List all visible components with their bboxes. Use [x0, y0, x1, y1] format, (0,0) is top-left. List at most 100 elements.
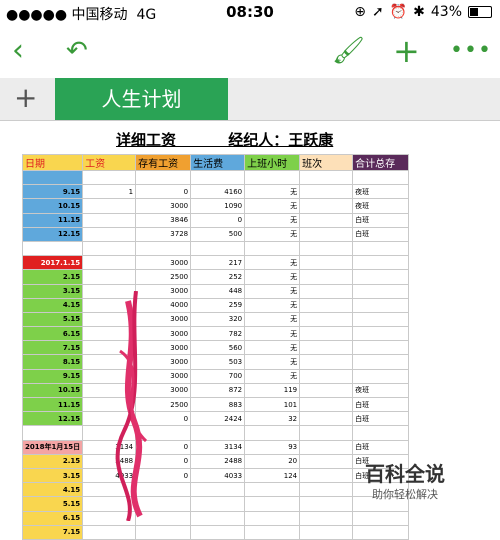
- data-cell[interactable]: [299, 439, 354, 455]
- date-cell[interactable]: 6.15: [21, 510, 84, 526]
- data-cell[interactable]: [135, 496, 192, 512]
- data-cell[interactable]: 3000: [135, 326, 192, 342]
- header-saved[interactable]: 存有工资: [135, 154, 192, 171]
- date-cell[interactable]: 2.15: [21, 453, 84, 469]
- back-chevron-icon[interactable]: ‹: [12, 36, 24, 66]
- data-cell[interactable]: 2500: [135, 396, 192, 413]
- data-cell[interactable]: 2500: [135, 269, 192, 285]
- data-cell[interactable]: [82, 269, 137, 285]
- data-cell[interactable]: 101: [244, 396, 301, 413]
- date-cell[interactable]: 4.15: [21, 297, 84, 313]
- data-cell[interactable]: 无: [244, 297, 301, 313]
- date-cell[interactable]: 7.15: [21, 524, 84, 540]
- data-cell[interactable]: [244, 425, 301, 441]
- data-cell[interactable]: [244, 240, 301, 257]
- data-cell[interactable]: [352, 255, 410, 271]
- data-cell[interactable]: 0: [135, 453, 192, 469]
- data-cell[interactable]: [299, 297, 354, 313]
- data-cell[interactable]: [299, 354, 354, 370]
- data-cell[interactable]: 3000: [135, 255, 192, 271]
- data-cell[interactable]: 217: [190, 255, 246, 271]
- data-cell[interactable]: 883: [190, 396, 246, 413]
- data-cell[interactable]: [352, 311, 410, 328]
- date-cell[interactable]: 6.15: [21, 326, 84, 342]
- data-cell[interactable]: 3728: [135, 226, 192, 242]
- header-salary[interactable]: 工资: [82, 154, 137, 171]
- date-cell[interactable]: 12.15: [21, 226, 84, 242]
- data-cell[interactable]: 3000: [135, 340, 192, 356]
- data-cell[interactable]: 1090: [190, 198, 246, 214]
- add-icon[interactable]: +: [393, 35, 420, 67]
- data-cell[interactable]: [82, 382, 137, 399]
- data-cell[interactable]: 3000: [135, 198, 192, 214]
- data-cell[interactable]: [352, 340, 410, 356]
- data-cell[interactable]: 3846: [135, 212, 192, 228]
- data-cell[interactable]: 124: [244, 467, 301, 484]
- data-cell[interactable]: [299, 482, 354, 498]
- data-cell[interactable]: [190, 425, 246, 441]
- data-cell[interactable]: [82, 425, 137, 441]
- data-cell[interactable]: [299, 411, 354, 427]
- data-cell[interactable]: [352, 425, 410, 441]
- date-cell[interactable]: 9.15: [21, 184, 84, 200]
- salary-table[interactable]: 日期 工资 存有工资 生活费 上班小时 班次 合计总存 9.15 1 0 4160 无夜…: [21, 154, 410, 540]
- data-cell[interactable]: 93: [244, 439, 301, 455]
- add-sheet-button[interactable]: +: [14, 82, 37, 114]
- data-cell[interactable]: [352, 354, 410, 370]
- data-cell[interactable]: [190, 496, 246, 512]
- data-cell[interactable]: [299, 283, 354, 299]
- data-cell[interactable]: [135, 240, 192, 257]
- data-cell[interactable]: [82, 510, 137, 526]
- data-cell[interactable]: [352, 169, 410, 186]
- data-cell[interactable]: 2488: [82, 453, 137, 469]
- date-cell[interactable]: [21, 425, 84, 441]
- data-cell[interactable]: [135, 510, 192, 526]
- data-cell[interactable]: [135, 169, 192, 186]
- tab-life-plan[interactable]: 人生计划: [55, 78, 228, 120]
- data-cell[interactable]: [299, 326, 354, 342]
- undo-icon[interactable]: ↶: [66, 36, 88, 66]
- data-cell[interactable]: [299, 496, 354, 512]
- data-cell[interactable]: 119: [244, 382, 301, 399]
- data-cell[interactable]: [82, 354, 137, 370]
- data-cell[interactable]: [82, 297, 137, 313]
- data-cell[interactable]: [135, 482, 192, 498]
- data-cell[interactable]: [244, 169, 301, 186]
- data-cell[interactable]: 无: [244, 283, 301, 299]
- data-cell[interactable]: 3000: [135, 382, 192, 399]
- data-cell[interactable]: [299, 368, 354, 384]
- data-cell[interactable]: [352, 524, 410, 540]
- data-cell[interactable]: [352, 510, 410, 526]
- date-cell[interactable]: 5.15: [21, 311, 84, 328]
- data-cell[interactable]: 4000: [135, 297, 192, 313]
- more-icon[interactable]: •••: [450, 36, 492, 66]
- data-cell[interactable]: [82, 411, 137, 427]
- data-cell[interactable]: 560: [190, 340, 246, 356]
- data-cell[interactable]: 无: [244, 311, 301, 328]
- data-cell[interactable]: [352, 240, 410, 257]
- data-cell[interactable]: 无: [244, 269, 301, 285]
- data-cell[interactable]: 3134: [190, 439, 246, 455]
- data-cell[interactable]: [299, 255, 354, 271]
- data-cell[interactable]: [244, 510, 301, 526]
- data-cell[interactable]: 0: [135, 184, 192, 200]
- data-cell[interactable]: [299, 226, 354, 242]
- date-cell[interactable]: 3.15: [21, 283, 84, 299]
- data-cell[interactable]: [299, 340, 354, 356]
- data-cell[interactable]: [82, 482, 137, 498]
- data-cell[interactable]: [82, 283, 137, 299]
- data-cell[interactable]: 无: [244, 326, 301, 342]
- data-cell[interactable]: [82, 226, 137, 242]
- data-cell[interactable]: 白班: [352, 439, 410, 455]
- date-cell[interactable]: 8.15: [21, 354, 84, 370]
- data-cell[interactable]: [190, 482, 246, 498]
- data-cell[interactable]: 3000: [135, 283, 192, 299]
- data-cell[interactable]: [82, 240, 137, 257]
- data-cell[interactable]: [82, 368, 137, 384]
- date-cell[interactable]: 5.15: [21, 496, 84, 512]
- data-cell[interactable]: [352, 368, 410, 384]
- data-cell[interactable]: [244, 482, 301, 498]
- data-cell[interactable]: 0: [135, 439, 192, 455]
- data-cell[interactable]: 3000: [135, 311, 192, 328]
- data-cell[interactable]: 白班: [352, 226, 410, 242]
